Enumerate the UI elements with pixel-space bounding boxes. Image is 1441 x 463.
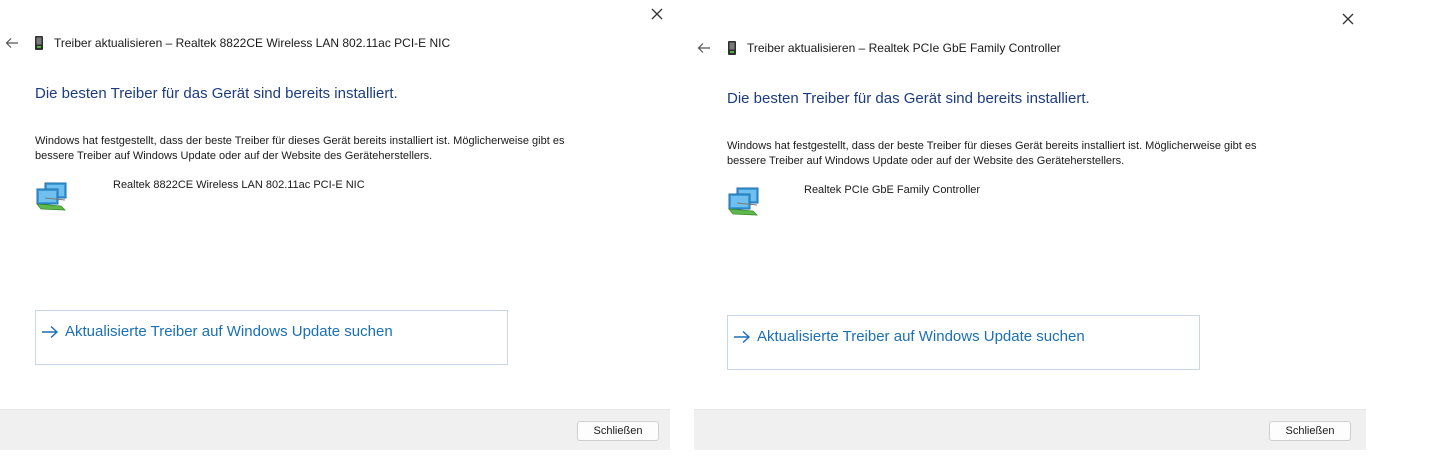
network-adapter-icon bbox=[36, 182, 67, 211]
arrow-right-icon bbox=[41, 325, 59, 339]
window-title: Treiber aktualisieren – Realtek 8822CE W… bbox=[34, 33, 450, 53]
back-arrow-icon bbox=[697, 43, 710, 53]
close-icon bbox=[651, 8, 663, 20]
window-title-text: Treiber aktualisieren – Realtek 8822CE W… bbox=[54, 36, 451, 50]
back-arrow-icon bbox=[5, 38, 18, 48]
windows-update-search-link[interactable]: Aktualisierte Treiber auf Windows Update… bbox=[35, 310, 508, 365]
back-button[interactable] bbox=[694, 38, 714, 58]
window-title-text: Treiber aktualisieren – Realtek PCIe GbE… bbox=[747, 41, 1061, 55]
window-title: Treiber aktualisieren – Realtek PCIe GbE… bbox=[727, 38, 1061, 58]
close-window-button[interactable] bbox=[1336, 7, 1360, 31]
device-manager-icon bbox=[35, 36, 43, 50]
arrow-right-icon bbox=[733, 330, 751, 344]
windows-update-link-label: Aktualisierte Treiber auf Windows Update… bbox=[757, 328, 1085, 345]
page-heading: Die besten Treiber für das Gerät sind be… bbox=[35, 85, 398, 102]
windows-update-link-label: Aktualisierte Treiber auf Windows Update… bbox=[65, 323, 393, 340]
update-driver-dialog-ethernet: Treiber aktualisieren – Realtek PCIe GbE… bbox=[694, 6, 1366, 450]
device-name: Realtek PCIe GbE Family Controller bbox=[804, 184, 981, 196]
dialog-footer: Schließen bbox=[0, 409, 670, 450]
device-manager-icon bbox=[728, 41, 736, 55]
description-text: Windows hat festgestellt, dass der beste… bbox=[35, 135, 565, 162]
network-adapter-icon bbox=[728, 187, 759, 216]
back-button[interactable] bbox=[2, 33, 22, 53]
device-name: Realtek 8822CE Wireless LAN 802.11ac PCI… bbox=[113, 179, 365, 191]
close-icon bbox=[1342, 13, 1354, 25]
close-button[interactable]: Schließen bbox=[577, 421, 659, 441]
close-button[interactable]: Schließen bbox=[1269, 421, 1351, 441]
update-driver-dialog-wlan: Treiber aktualisieren – Realtek 8822CE W… bbox=[0, 0, 670, 450]
dialog-footer: Schließen bbox=[694, 409, 1366, 450]
page-heading: Die besten Treiber für das Gerät sind be… bbox=[727, 90, 1090, 107]
windows-update-search-link[interactable]: Aktualisierte Treiber auf Windows Update… bbox=[727, 315, 1200, 370]
close-window-button[interactable] bbox=[645, 2, 669, 26]
description-text: Windows hat festgestellt, dass der beste… bbox=[727, 140, 1257, 167]
